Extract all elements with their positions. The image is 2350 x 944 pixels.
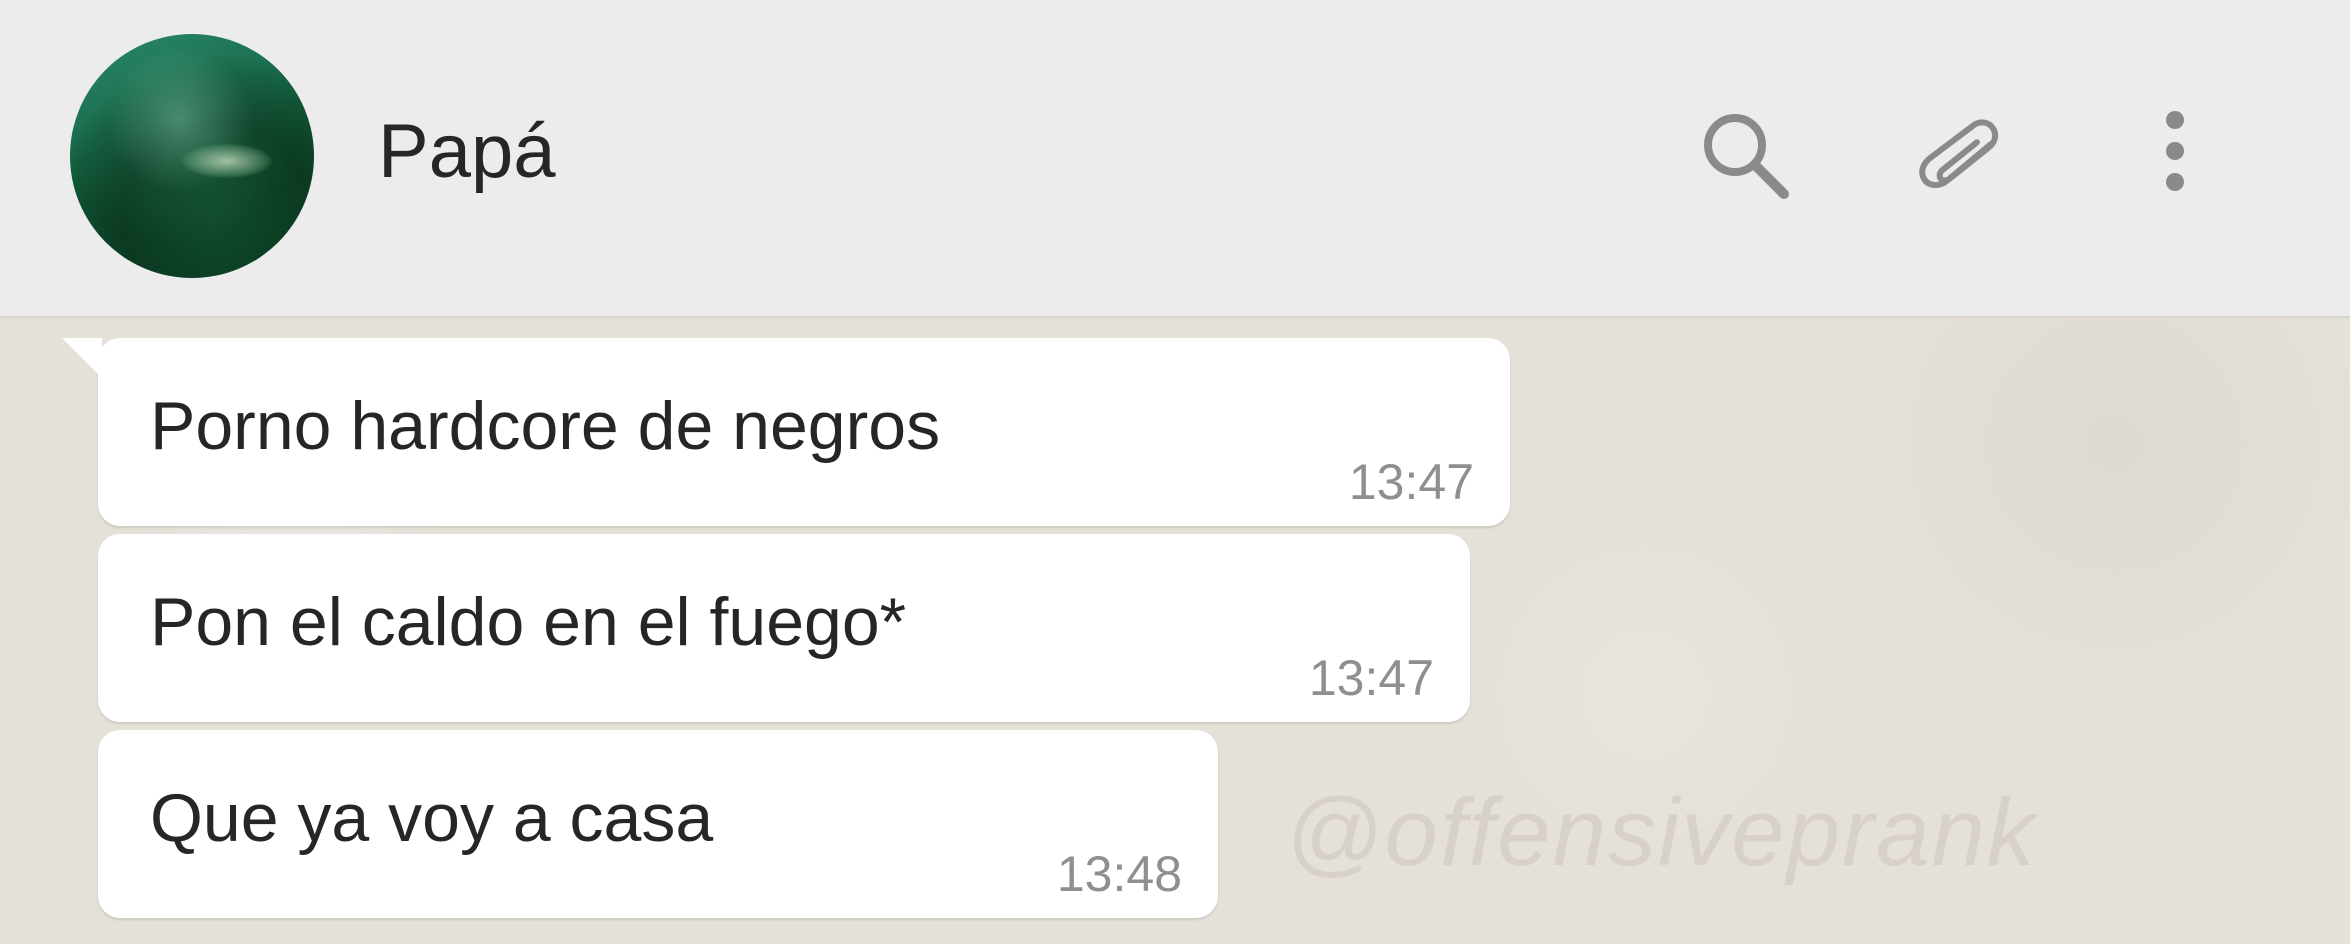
more-vertical-icon[interactable] [2120, 100, 2230, 210]
chat-window: Papá @offensiveprank Porno hardcore de n… [0, 0, 2350, 944]
message-bubble[interactable]: Pon el caldo en el fuego* 13:47 [98, 534, 1470, 722]
contact-avatar[interactable] [70, 34, 314, 278]
message-time: 13:47 [1348, 454, 1474, 510]
message-time: 13:48 [1056, 846, 1182, 902]
chat-header: Papá [0, 0, 2350, 318]
avatar-image-detail [182, 144, 272, 178]
watermark: @offensiveprank [1285, 779, 2037, 886]
message-bubble[interactable]: Que ya voy a casa 13:48 [98, 730, 1218, 918]
message-list[interactable]: @offensiveprank Porno hardcore de negros… [0, 318, 2350, 944]
paperclip-icon[interactable] [1905, 100, 2015, 210]
message-text: Que ya voy a casa [150, 780, 714, 856]
message-bubble[interactable]: Porno hardcore de negros 13:47 [62, 338, 1510, 526]
search-icon[interactable] [1690, 100, 1800, 210]
message-text: Porno hardcore de negros [150, 388, 941, 464]
contact-name[interactable]: Papá [378, 104, 556, 200]
message-text: Pon el caldo en el fuego* [150, 584, 907, 660]
message-time: 13:47 [1308, 650, 1434, 706]
